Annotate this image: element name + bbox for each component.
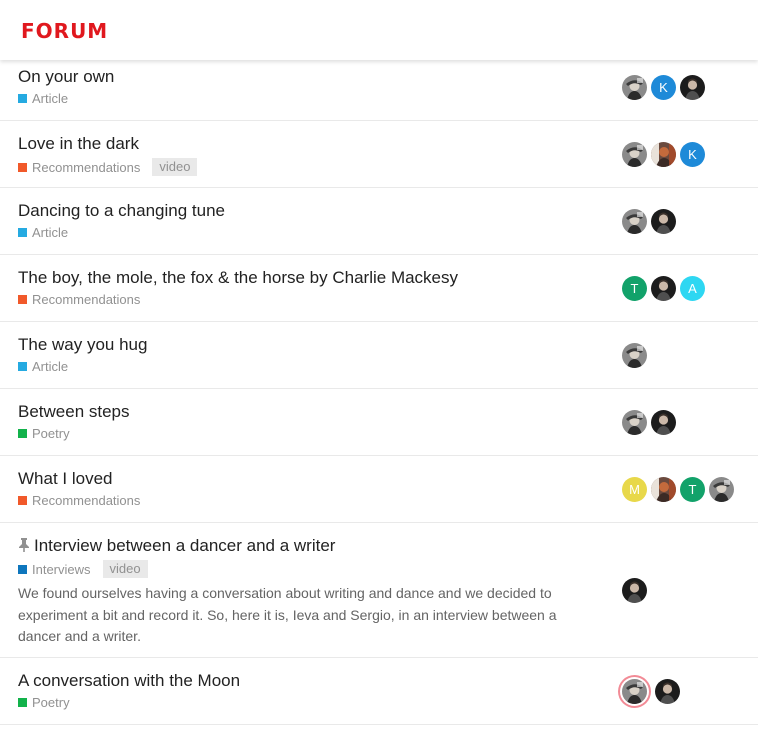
topic-meta: Article — [18, 91, 68, 106]
poster-avatar-letter[interactable]: K — [651, 74, 676, 100]
topic-row[interactable]: The boy, the mole, the fox & the horse b… — [0, 255, 758, 322]
poster-avatar-photo[interactable] — [622, 678, 647, 704]
category-badge — [18, 564, 27, 574]
topic-title-text[interactable]: Dancing to a changing tune — [18, 201, 225, 220]
category-link[interactable]: Interviews — [32, 562, 91, 577]
topic-row[interactable]: Dancing to a changing tune Article — [0, 188, 758, 255]
topic-posters: K — [622, 54, 709, 120]
poster-avatar-photo[interactable] — [622, 208, 647, 234]
topic-meta: Interviews video — [18, 560, 148, 578]
category-badge — [18, 429, 27, 438]
topic-title-text[interactable]: A conversation with the Moon — [18, 671, 240, 690]
topic-posters — [622, 658, 684, 724]
topic-row[interactable]: Interview between a dancer and a writer I… — [0, 523, 758, 658]
poster-avatar-letter[interactable]: K — [680, 141, 705, 167]
topic-title[interactable]: What I loved — [18, 469, 113, 489]
category-link[interactable]: Article — [32, 91, 68, 106]
topic-meta: Recommendations — [18, 292, 140, 307]
category-badge — [18, 362, 27, 371]
topic-posters: MT — [622, 456, 738, 522]
topic-row[interactable]: A conversation with the Moon Poetry — [0, 658, 758, 725]
topic-posters — [622, 389, 680, 455]
topic-title[interactable]: The way you hug — [18, 335, 147, 355]
topic-meta: Recommendations — [18, 493, 140, 508]
category-badge — [18, 228, 27, 237]
topic-posters — [622, 188, 680, 254]
topic-tag[interactable]: video — [152, 158, 198, 176]
category-badge — [18, 162, 27, 172]
category-link[interactable]: Article — [32, 225, 68, 240]
category-badge — [18, 698, 27, 707]
poster-avatar-photo[interactable] — [651, 409, 676, 435]
topic-row[interactable]: On your own Article K — [0, 54, 758, 121]
poster-avatar-photo[interactable] — [651, 275, 676, 301]
topic-title-text[interactable]: Interview between a dancer and a writer — [34, 536, 335, 555]
poster-avatar-photo[interactable] — [622, 577, 647, 603]
topic-excerpt[interactable]: We found ourselves having a conversation… — [18, 583, 598, 648]
category-badge — [18, 496, 27, 505]
topic-list: On your own Article K Love in the dark Recom… — [0, 54, 758, 725]
poster-avatar-photo[interactable] — [680, 74, 705, 100]
topic-meta: Article — [18, 359, 68, 374]
poster-avatar-letter[interactable]: M — [622, 476, 647, 502]
poster-avatar-letter[interactable]: T — [680, 476, 705, 502]
poster-avatar-photo[interactable] — [622, 409, 647, 435]
topic-title[interactable]: Love in the dark — [18, 134, 139, 154]
category-link[interactable]: Poetry — [32, 695, 70, 710]
topic-tag[interactable]: video — [102, 560, 148, 578]
poster-avatar-photo[interactable] — [622, 141, 647, 167]
poster-avatar-photo[interactable] — [622, 74, 647, 100]
topic-title[interactable]: Between steps — [18, 402, 130, 422]
topic-title-text[interactable]: The boy, the mole, the fox & the horse b… — [18, 268, 458, 287]
category-link[interactable]: Article — [32, 359, 68, 374]
category-link[interactable]: Poetry — [32, 426, 70, 441]
site-header: FORUM — [0, 0, 758, 60]
category-badge — [18, 94, 27, 103]
topic-posters — [622, 322, 651, 388]
category-link[interactable]: Recommendations — [32, 160, 140, 175]
poster-avatar-letter[interactable]: A — [680, 275, 705, 301]
topic-title[interactable]: Interview between a dancer and a writer — [18, 536, 335, 557]
topic-row[interactable]: What I loved Recommendations M T — [0, 456, 758, 523]
poster-avatar-photo[interactable] — [655, 678, 680, 704]
topic-title[interactable]: On your own — [18, 67, 114, 87]
poster-avatar-photo[interactable] — [622, 342, 647, 368]
topic-title-text[interactable]: What I loved — [18, 469, 113, 488]
topic-title-text[interactable]: On your own — [18, 67, 114, 86]
category-badge — [18, 295, 27, 304]
topic-title-text[interactable]: Between steps — [18, 402, 130, 421]
poster-avatar-photo[interactable] — [709, 476, 734, 502]
poster-avatar-letter[interactable]: T — [622, 275, 647, 301]
topic-row[interactable]: Between steps Poetry — [0, 389, 758, 456]
topic-row[interactable]: The way you hug Article — [0, 322, 758, 389]
topic-title-text[interactable]: The way you hug — [18, 335, 147, 354]
topic-meta: Poetry — [18, 695, 70, 710]
poster-avatar-photo[interactable] — [651, 476, 676, 502]
poster-avatar-photo[interactable] — [651, 208, 676, 234]
topic-title[interactable]: A conversation with the Moon — [18, 671, 240, 691]
topic-posters: TA — [622, 255, 709, 321]
topic-title[interactable]: Dancing to a changing tune — [18, 201, 225, 221]
forum-logo[interactable]: FORUM — [21, 19, 108, 43]
topic-posters — [622, 523, 651, 657]
poster-avatar-photo[interactable] — [651, 141, 676, 167]
category-link[interactable]: Recommendations — [32, 292, 140, 307]
topic-row[interactable]: Love in the dark Recommendations video K — [0, 121, 758, 188]
topic-posters: K — [622, 121, 709, 187]
topic-title[interactable]: The boy, the mole, the fox & the horse b… — [18, 268, 458, 288]
topic-meta: Article — [18, 225, 68, 240]
topic-meta: Poetry — [18, 426, 70, 441]
category-link[interactable]: Recommendations — [32, 493, 140, 508]
topic-meta: Recommendations video — [18, 158, 198, 176]
topic-title-text[interactable]: Love in the dark — [18, 134, 139, 153]
pin-icon — [18, 537, 30, 557]
